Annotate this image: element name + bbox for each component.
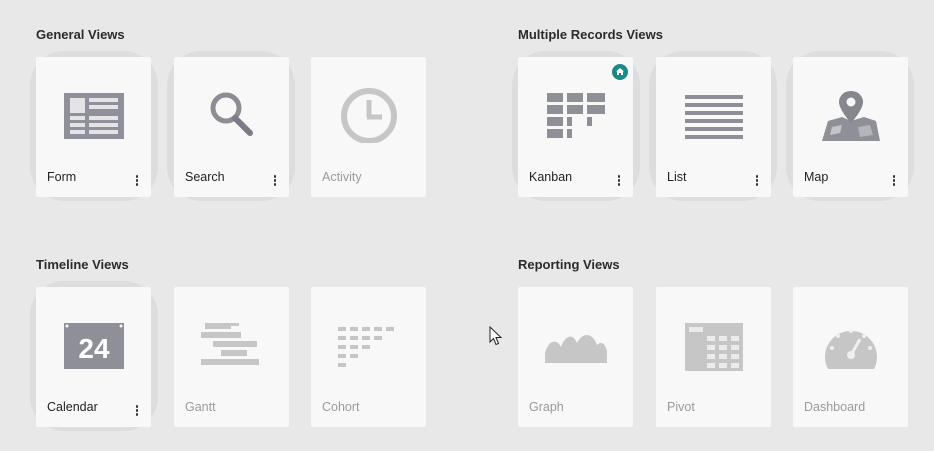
view-card-activity[interactable]: Activity [311,57,426,197]
view-card-label: Gantt [185,400,216,414]
view-card-pivot[interactable]: Pivot [656,287,771,427]
view-card-search[interactable]: Search [174,57,289,197]
view-card-graph[interactable]: Graph [518,287,633,427]
more-options-icon[interactable] [892,175,896,187]
gantt-icon [201,323,259,365]
calendar-icon: 24 [64,323,124,369]
view-card-label: Kanban [529,170,573,184]
view-card-label: Graph [529,400,564,414]
more-options-icon[interactable] [617,175,621,187]
view-card-label: List [667,170,687,184]
multiple-records-views-title: Multiple Records Views [518,27,663,42]
view-card-gantt[interactable]: Gantt [174,287,289,427]
view-card-label: Map [804,170,829,184]
view-card-list[interactable]: List [656,57,771,197]
more-options-icon[interactable] [755,175,759,187]
kanban-icon [547,93,605,138]
view-card-kanban[interactable]: Kanban [518,57,633,197]
dashboard-icon [825,329,877,369]
mouse-cursor-icon [489,326,503,346]
view-card-label: Search [185,170,225,184]
view-card-map[interactable]: Map [793,57,908,197]
view-card-label: Form [47,170,77,184]
more-options-icon[interactable] [135,405,139,417]
view-card-label: Pivot [667,400,695,414]
view-card-label: Dashboard [804,400,866,414]
reporting-views-title: Reporting Views [518,257,620,272]
default-view-home-icon [612,64,628,80]
view-card-cohort[interactable]: Cohort [311,287,426,427]
general-views-title: General Views [36,27,125,42]
cohort-icon [338,327,394,367]
more-options-icon[interactable] [135,175,139,187]
view-card-label: Calendar [47,400,98,414]
view-card-calendar[interactable]: 24 Calendar [36,287,151,427]
view-card-form[interactable]: Form [36,57,151,197]
more-options-icon[interactable] [273,175,277,187]
view-card-label: Activity [322,170,362,184]
view-card-dashboard[interactable]: Dashboard [793,287,908,427]
graph-icon [545,334,607,363]
map-icon [822,91,880,141]
clock-icon [341,88,397,143]
calendar-day-number: 24 [78,333,110,364]
timeline-views-title: Timeline Views [36,257,129,272]
pivot-icon [685,323,743,371]
view-card-label: Cohort [322,400,360,414]
list-icon [685,95,743,139]
search-icon [210,92,253,136]
form-icon [64,93,124,139]
